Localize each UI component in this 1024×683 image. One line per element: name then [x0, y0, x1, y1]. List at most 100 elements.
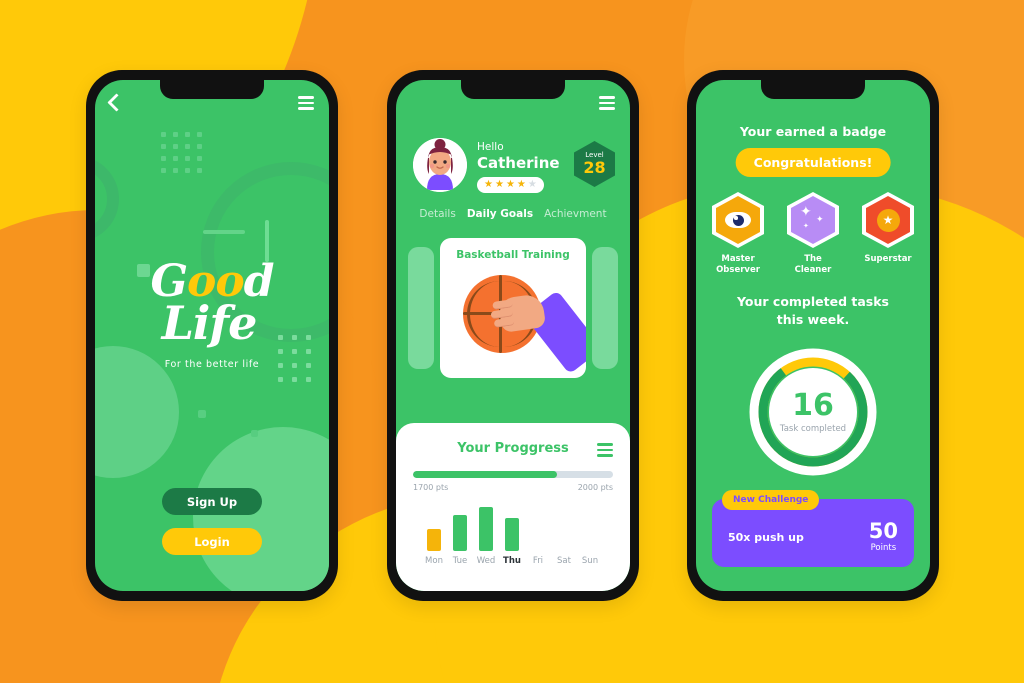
completed-tasks-title: Your completed tasks this week.: [696, 293, 930, 329]
badge-master-observer[interactable]: Master Observer: [709, 192, 767, 275]
screen-splash: Good Life For the better life Sign Up Lo…: [95, 80, 329, 591]
new-challenge-tag[interactable]: New Challenge: [722, 490, 820, 510]
decorative-horizontal-line: [203, 230, 245, 234]
hamburger-menu-icon[interactable]: [298, 96, 314, 110]
badge-label-master-observer: Master Observer: [709, 254, 767, 275]
decorative-circle-left: [95, 156, 119, 242]
day-label-tue: Tue: [452, 556, 468, 566]
star-icon-4: ★: [516, 179, 526, 191]
bar-column-sun: [577, 501, 603, 551]
badge-list: Master Observer ✦ ✦ ✦ The Cleaner ★ Supe…: [696, 192, 930, 275]
progress-card: Your Proggress 1700 pts 2000 pts Mon Tue…: [396, 423, 630, 591]
screen-daily-goals: Hello Catherine ★ ★ ★ ★ ★ Level 28 Detai…: [396, 80, 630, 591]
hamburger-menu-icon[interactable]: [597, 443, 613, 457]
challenge-points: 50 Points: [868, 519, 898, 554]
bar-mon: [427, 529, 441, 551]
auth-buttons: Sign Up Login: [95, 488, 329, 555]
tab-details[interactable]: Details: [419, 208, 455, 220]
bar-column-wed: [473, 501, 499, 551]
avatar[interactable]: [413, 138, 467, 192]
bar-column-tue: [447, 501, 473, 551]
badge-hex-fill: ★: [866, 196, 910, 244]
decorative-dot-grid-left: [161, 132, 202, 173]
greeting-text: Hello: [477, 141, 504, 153]
badge-hex-fill: [716, 196, 760, 244]
hamburger-menu-icon[interactable]: [599, 96, 615, 110]
training-card-title: Basketball Training: [456, 249, 570, 261]
badge-label-superstar: Superstar: [859, 254, 917, 265]
day-label-thu: Thu: [503, 556, 521, 566]
app-logo: Good Life For the better life: [95, 260, 329, 370]
day-label-mon: Mon: [425, 556, 443, 566]
badge-hex-frame: ★: [862, 192, 914, 248]
badge-superstar[interactable]: ★ Superstar: [859, 192, 917, 275]
level-badge: Level 28: [574, 141, 615, 187]
tab-achievment[interactable]: Achievment: [544, 208, 606, 220]
chevron-left-icon[interactable]: [107, 93, 126, 113]
badge-label-line1: Superstar: [864, 254, 912, 264]
completed-tasks-ring: 16 Task completed: [749, 348, 877, 476]
completed-tasks-title-line2: this week.: [776, 312, 850, 328]
tasks-completed-count: 16: [792, 387, 834, 423]
progress-card-header: Your Proggress: [413, 441, 613, 457]
sign-up-button[interactable]: Sign Up: [162, 488, 262, 515]
phone-mockup-badges: Your earned a badge Congratulations! Mas…: [687, 70, 939, 601]
user-name: Catherine: [477, 153, 560, 172]
challenge-points-label: Points: [870, 543, 897, 553]
badge-hex-frame: [712, 192, 764, 248]
phone-mockup-splash: Good Life For the better life Sign Up Lo…: [86, 70, 338, 601]
badge-label-line1: The: [804, 254, 822, 264]
challenge-points-value: 50: [868, 519, 898, 543]
day-label-sat: Sat: [557, 556, 571, 566]
login-button[interactable]: Login: [162, 528, 262, 555]
phone-notch: [160, 80, 264, 99]
badge-label-line1: Master: [721, 254, 755, 264]
bar-thu: [505, 518, 519, 551]
points-target: 2000 pts: [577, 483, 613, 492]
logo-line-life: Life: [161, 296, 258, 351]
points-labels: 1700 pts 2000 pts: [413, 483, 613, 492]
badge-label-line2: Observer: [716, 264, 760, 275]
bar-wed: [479, 507, 493, 551]
star-icon: ★: [876, 208, 900, 232]
ring-center-content: 16 Task completed: [769, 368, 857, 456]
app-tagline: For the better life: [164, 358, 260, 370]
challenge-task: 50x push up: [728, 530, 804, 544]
bar-column-fri: [525, 501, 551, 551]
congratulations-button[interactable]: Congratulations!: [735, 148, 891, 177]
bar-column-sat: [551, 501, 577, 551]
day-label-wed: Wed: [476, 556, 496, 566]
completed-tasks-title-line1: Your completed tasks: [737, 294, 889, 309]
training-card-carousel: Basketball Training: [396, 234, 630, 382]
day-label-fri: Fri: [532, 556, 544, 566]
level-value: 28: [583, 157, 606, 177]
phone-mockup-daily-goals: Hello Catherine ★ ★ ★ ★ ★ Level 28 Detai…: [387, 70, 639, 601]
bar-tue: [453, 515, 467, 551]
points-progress-bar: [413, 471, 613, 478]
points-progress-fill: [413, 471, 557, 478]
weekday-labels: Mon Tue Wed Thu Fri Sat Sun: [413, 556, 613, 566]
day-label-sun: Sun: [581, 556, 599, 566]
points-current: 1700 pts: [413, 483, 449, 492]
bar-column-thu: [499, 501, 525, 551]
star-icon-3: ★: [505, 179, 515, 191]
tasks-completed-caption: Task completed: [779, 423, 847, 434]
challenge-section: New Challenge 50x push up 50 Points: [712, 490, 914, 567]
badge-the-cleaner[interactable]: ✦ ✦ ✦ The Cleaner: [784, 192, 842, 275]
star-icon-1: ★: [484, 179, 493, 191]
star-rating: ★ ★ ★ ★ ★: [477, 177, 544, 194]
sparkles-icon-small: ✦: [816, 215, 824, 225]
badge-hex-frame: ✦ ✦ ✦: [787, 192, 839, 248]
carousel-peek-card-right[interactable]: [592, 247, 618, 369]
sparkles-icon: ✦: [800, 204, 812, 220]
greeting-block: Hello Catherine ★ ★ ★ ★ ★: [477, 138, 564, 194]
training-card[interactable]: Basketball Training: [440, 238, 586, 378]
decorative-square-2: [198, 410, 206, 418]
profile-header: Hello Catherine ★ ★ ★ ★ ★ Level 28: [413, 138, 615, 194]
tab-daily-goals[interactable]: Daily Goals: [467, 208, 533, 220]
phone-notch: [761, 80, 865, 99]
badge-screen-title: Your earned a badge: [739, 124, 887, 139]
carousel-peek-card-left[interactable]: [408, 247, 434, 369]
star-icon-2: ★: [494, 179, 504, 191]
badge-label-line2: Cleaner: [794, 264, 832, 275]
